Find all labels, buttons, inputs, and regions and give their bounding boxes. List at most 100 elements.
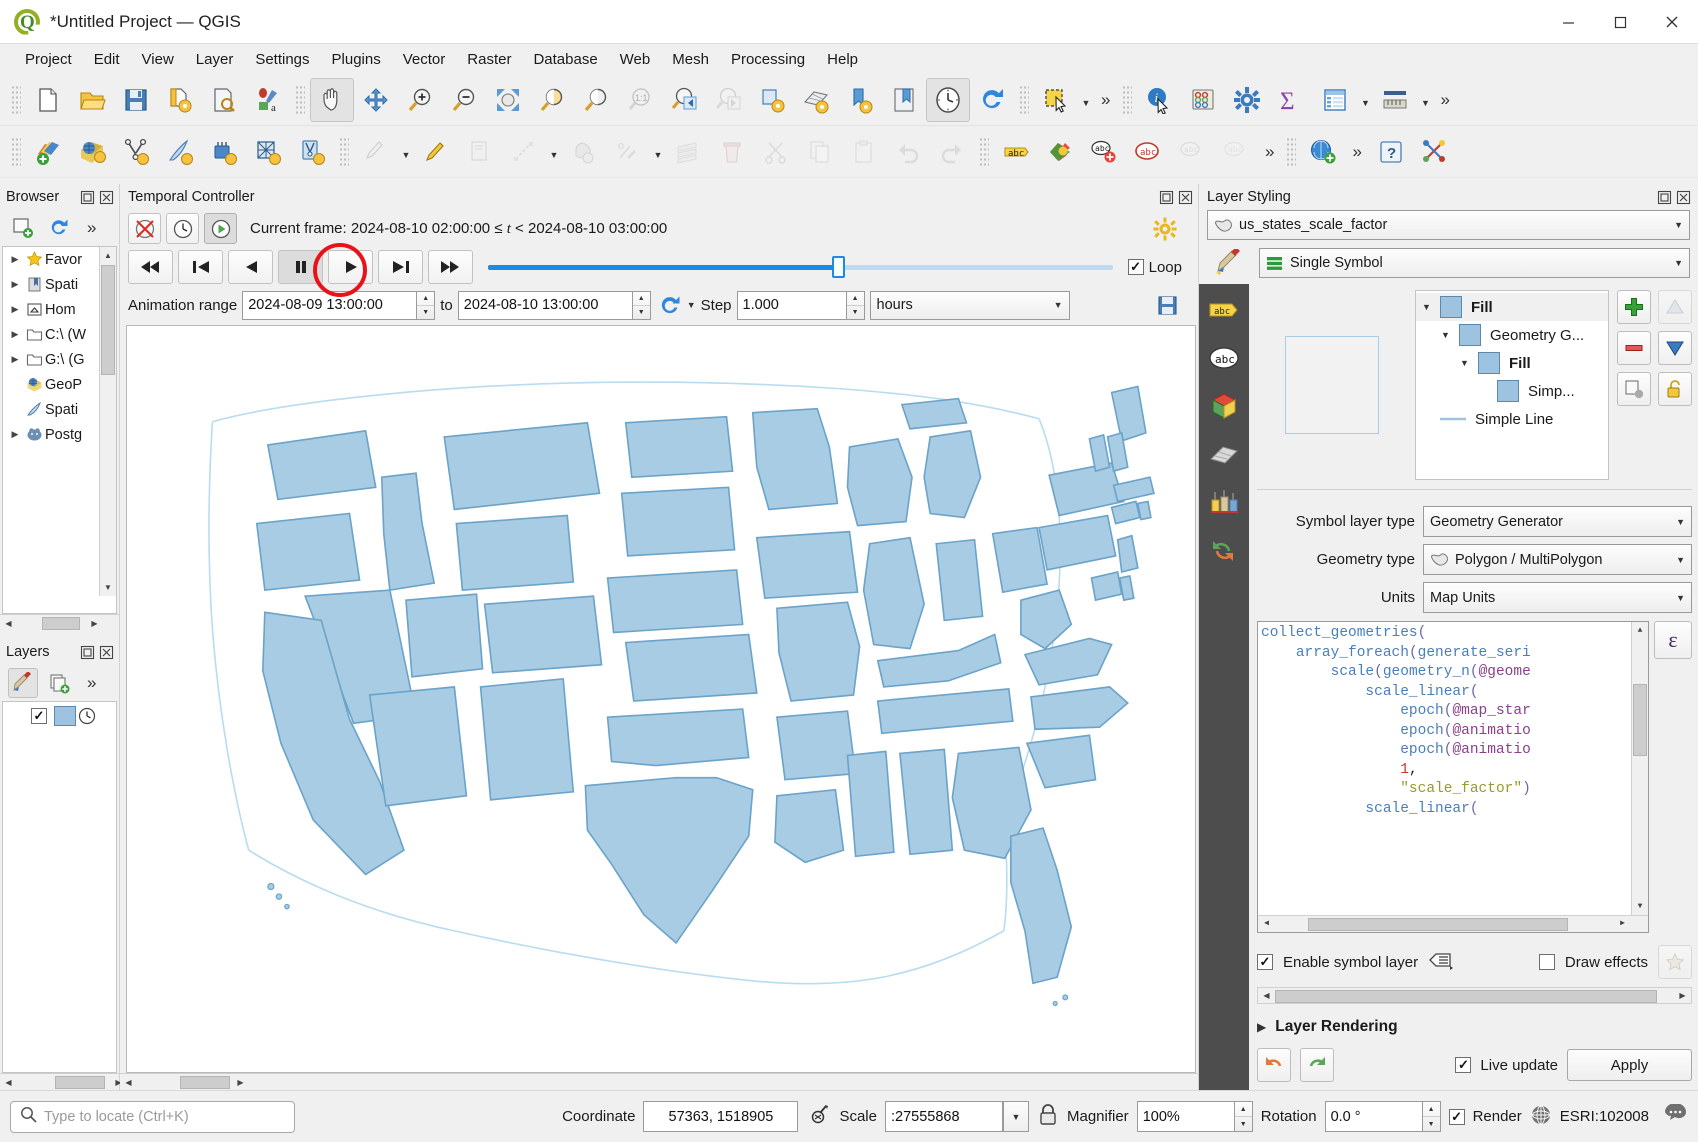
scroll-right-icon[interactable]: ▶	[86, 615, 103, 632]
help-button[interactable]: ?	[1369, 130, 1413, 174]
duplicate-symbol-layer-button[interactable]	[1617, 372, 1651, 406]
layer-combo[interactable]: us_states_scale_factor ▼	[1207, 210, 1690, 240]
expression-builder-button[interactable]: ε	[1654, 621, 1692, 659]
step-back-frame-button[interactable]	[178, 250, 223, 284]
toolbar-grip[interactable]	[1019, 85, 1029, 115]
open-layer-styling-button[interactable]	[8, 668, 38, 698]
menu-view[interactable]: View	[131, 48, 185, 71]
scroll-right-icon[interactable]: ▶	[1614, 916, 1631, 933]
symbol-tree-row[interactable]: ▼ Geometry G...	[1416, 321, 1608, 349]
animation-range-start-field[interactable]: 2024-08-09 13:00:00	[242, 291, 417, 320]
menu-database[interactable]: Database	[522, 48, 608, 71]
magnifier-spinner[interactable]: ▲▼	[1235, 1101, 1253, 1132]
expression-horizontal-scrollbar[interactable]: ◀ ▶	[1258, 915, 1648, 932]
expander-icon[interactable]: ▶	[7, 329, 23, 340]
temporal-controller-button[interactable]	[926, 78, 970, 122]
pan-to-selection-button[interactable]	[354, 78, 398, 122]
layers-close-icon[interactable]	[98, 644, 115, 661]
toolbar1-overflow[interactable]: »	[1094, 90, 1117, 110]
scroll-thumb[interactable]	[180, 1076, 230, 1089]
menu-vector[interactable]: Vector	[392, 48, 457, 71]
add-vector-layer-button[interactable]	[26, 130, 70, 174]
expander-icon[interactable]: ▶	[7, 304, 23, 315]
remove-symbol-layer-button[interactable]	[1617, 331, 1651, 365]
scroll-thumb[interactable]	[101, 265, 115, 375]
animated-navigation-button[interactable]	[204, 213, 237, 244]
cut-features-button[interactable]	[754, 130, 798, 174]
toolbar-grip[interactable]	[295, 85, 305, 115]
animation-range-end-spinner[interactable]: ▲▼	[633, 291, 651, 320]
map-canvas[interactable]	[126, 325, 1196, 1073]
geometry-type-combo[interactable]: Polygon / MultiPolygon ▼	[1423, 544, 1692, 575]
statistics-button[interactable]: Σ	[1269, 78, 1313, 122]
pan-map-button[interactable]	[310, 78, 354, 122]
scale-combo-field[interactable]: :27555868	[885, 1101, 1003, 1132]
add-mssql-layer-button[interactable]	[246, 130, 290, 174]
new-map-bookmark-button[interactable]	[838, 78, 882, 122]
animation-slider[interactable]	[488, 261, 1113, 273]
locator-search-box[interactable]: Type to locate (Ctrl+K)	[10, 1101, 295, 1133]
save-project-button[interactable]	[114, 78, 158, 122]
step-value-field[interactable]: 1.000	[737, 291, 847, 320]
pause-button[interactable]	[278, 250, 323, 284]
symbol-layer-type-combo[interactable]: Geometry Generator ▼	[1423, 506, 1692, 537]
units-combo[interactable]: Map Units ▼	[1423, 582, 1692, 613]
menu-raster[interactable]: Raster	[456, 48, 522, 71]
measure-line-button[interactable]	[1373, 78, 1417, 122]
refresh-button[interactable]	[44, 213, 74, 243]
tab-style-history[interactable]	[1202, 480, 1246, 524]
animation-range-end-field[interactable]: 2024-08-10 13:00:00	[458, 291, 633, 320]
rotate-label-button[interactable]: abc	[1214, 130, 1258, 174]
select-features-dropdown[interactable]: ▼	[1078, 78, 1094, 122]
redo-button[interactable]	[930, 130, 974, 174]
scale-dropdown[interactable]: ▼	[1003, 1101, 1029, 1132]
zoom-last-button[interactable]	[662, 78, 706, 122]
expander-icon[interactable]: ▼	[1422, 302, 1440, 312]
add-line-feature-button[interactable]	[502, 130, 546, 174]
toolbar-grip[interactable]	[11, 137, 21, 167]
scroll-down-icon[interactable]: ▼	[100, 579, 116, 596]
toolbar-grip[interactable]	[979, 137, 989, 167]
move-up-button[interactable]	[1658, 290, 1692, 324]
temporal-close-icon[interactable]	[1177, 189, 1194, 206]
expander-icon[interactable]: ▶	[7, 429, 23, 440]
save-layer-edits-button[interactable]	[458, 130, 502, 174]
redo-button[interactable]	[1300, 1048, 1334, 1082]
menu-plugins[interactable]: Plugins	[321, 48, 392, 71]
scroll-left-icon[interactable]: ◀	[120, 1074, 137, 1091]
merge-features-button[interactable]	[666, 130, 710, 174]
save-project-as-button[interactable]	[158, 78, 202, 122]
layer-rendering-section[interactable]: ▶ Layer Rendering	[1257, 1018, 1692, 1036]
rotation-field[interactable]: 0.0 °	[1325, 1101, 1423, 1132]
new-project-button[interactable]	[26, 78, 70, 122]
layers-horizontal-scrollbar[interactable]: ◀ ▶	[0, 1073, 119, 1090]
fast-forward-to-end-button[interactable]	[428, 250, 473, 284]
menu-mesh[interactable]: Mesh	[661, 48, 720, 71]
scroll-thumb[interactable]	[1308, 918, 1568, 931]
play-button[interactable]	[328, 250, 373, 284]
paste-features-button[interactable]	[842, 130, 886, 174]
loop-checkbox[interactable]: ✓	[1128, 259, 1144, 275]
render-checkbox[interactable]: ✓	[1449, 1109, 1465, 1125]
slider-handle[interactable]	[832, 256, 845, 278]
layer-rendering-expander-icon[interactable]: ▶	[1257, 1020, 1266, 1034]
minimize-button[interactable]	[1542, 0, 1594, 44]
menu-settings[interactable]: Settings	[244, 48, 320, 71]
temporal-undock-icon[interactable]	[1158, 189, 1175, 206]
toolbar2-overflow[interactable]: »	[1258, 142, 1281, 162]
canvas-horizontal-scrollbar[interactable]: ◀ ▶	[120, 1073, 1198, 1090]
zoom-native-button[interactable]: 1:1	[618, 78, 662, 122]
add-spatialite-layer-button[interactable]	[158, 130, 202, 174]
toolbar1-overflow-right[interactable]: »	[1433, 90, 1456, 110]
highlight-labels-button[interactable]: abc	[1126, 130, 1170, 174]
enable-symbol-layer-checkbox[interactable]: ✓	[1257, 954, 1273, 970]
python-console-button[interactable]	[1301, 130, 1345, 174]
expander-icon[interactable]: ▶	[7, 254, 23, 265]
add-wfs-layer-button[interactable]	[290, 130, 334, 174]
symbol-tree-row[interactable]: ▼ Fill	[1416, 349, 1608, 377]
scroll-left-icon[interactable]: ◀	[1258, 916, 1275, 933]
measure-dropdown[interactable]: ▼	[1417, 78, 1433, 122]
styling-horizontal-scrollbar[interactable]: ◀ ▶	[1257, 987, 1692, 1004]
live-update-checkbox[interactable]: ✓	[1455, 1057, 1471, 1073]
scroll-thumb[interactable]	[42, 617, 80, 630]
